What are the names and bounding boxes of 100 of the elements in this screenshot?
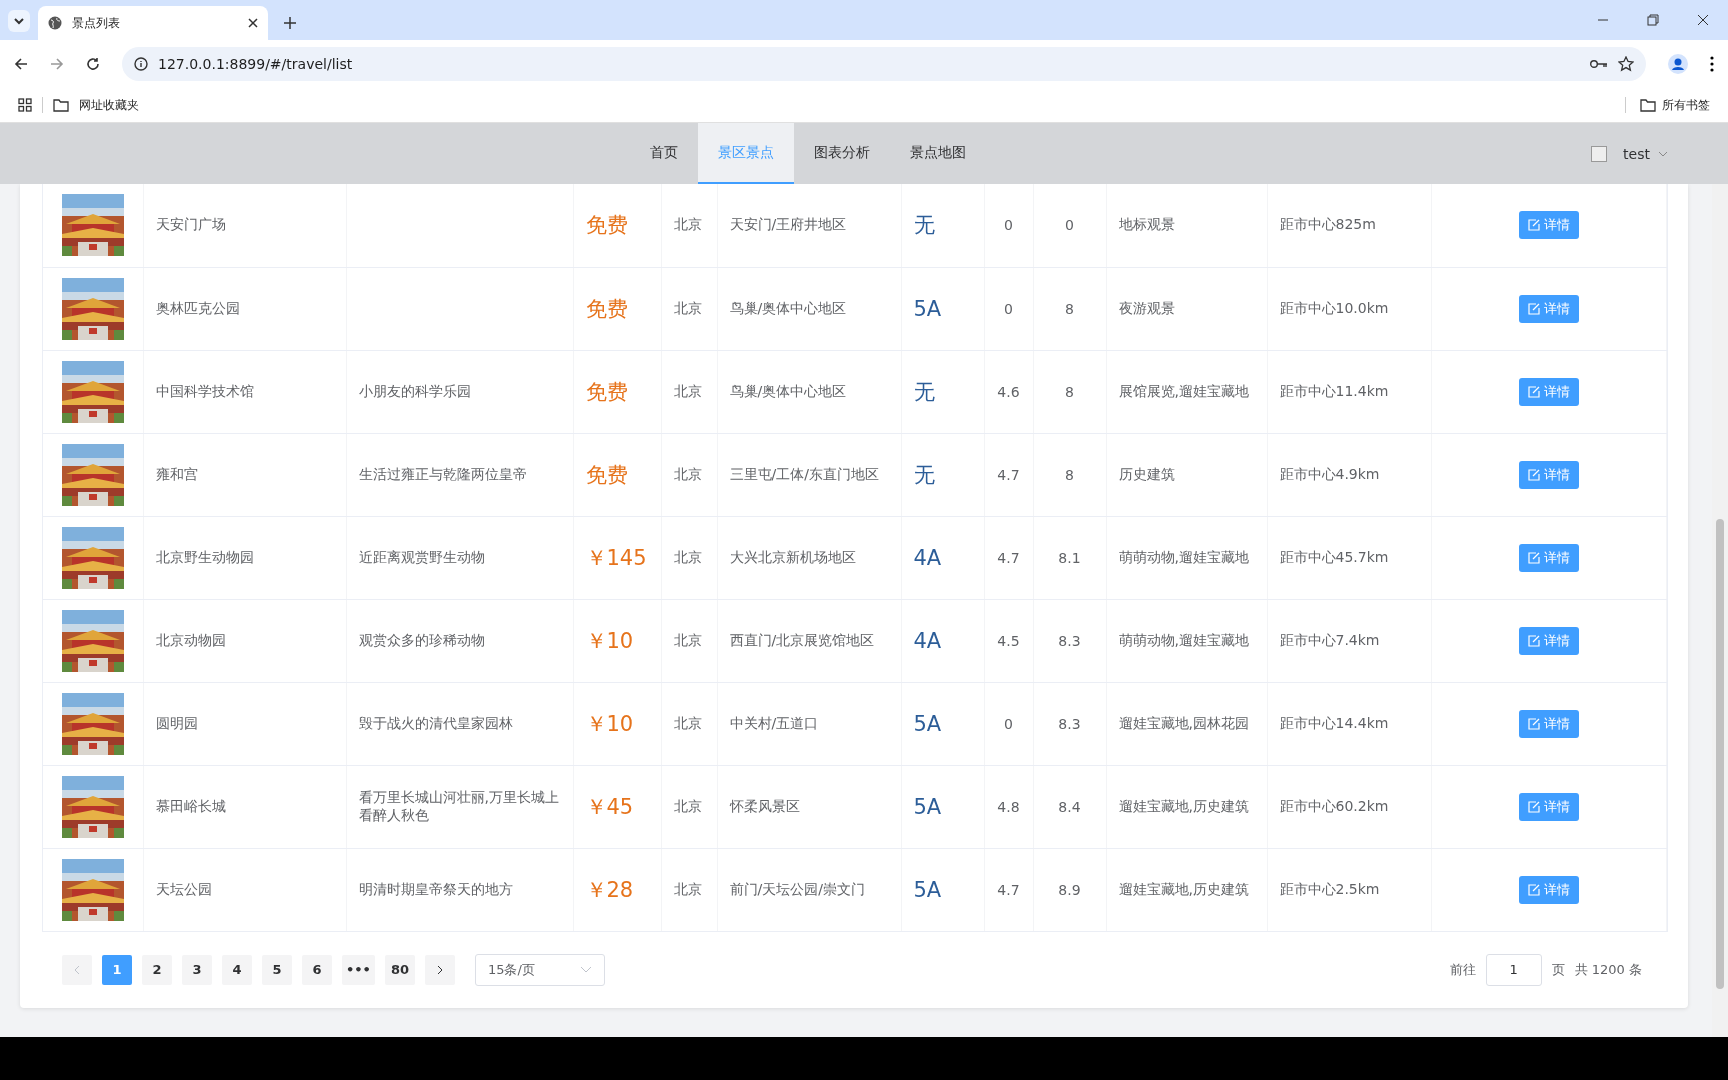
rating-level: 4A (913, 628, 942, 653)
rating-level: 5A (913, 877, 942, 902)
page-button[interactable]: 2 (142, 954, 172, 985)
area-text: 三里屯/工体/东直门地区 (729, 465, 879, 482)
close-icon[interactable] (248, 18, 258, 28)
score-text: 4.8 (997, 798, 1020, 815)
edit-icon (1527, 883, 1540, 896)
nav-tab[interactable]: 图表分析 (794, 123, 890, 184)
score-text: 0 (1004, 715, 1013, 732)
rating-level: 5A (913, 794, 942, 819)
price-text: 免费 (585, 379, 628, 404)
price-text: 免费 (585, 462, 628, 487)
spot-name: 雍和宫 (155, 465, 198, 482)
spot-name: 圆明园 (155, 714, 198, 731)
all-bookmarks[interactable]: 所有书签 (1662, 96, 1710, 114)
tab-list-icon[interactable] (8, 10, 30, 32)
rating-level: 无 (913, 213, 935, 238)
edit-icon (1527, 385, 1540, 398)
distance-text: 距市中心60.2km (1279, 797, 1389, 814)
restore-icon[interactable] (1647, 14, 1659, 26)
edit-icon (1527, 800, 1540, 813)
heat-text: 8 (1065, 383, 1074, 400)
score-text: 4.5 (997, 632, 1020, 649)
nav-tab[interactable]: 景点地图 (890, 123, 986, 184)
score-text: 0 (1004, 217, 1013, 234)
area-text: 鸟巢/奥体中心地区 (729, 299, 847, 316)
page-button[interactable]: ••• (342, 954, 375, 985)
total-count: 共 1200 条 (1574, 960, 1642, 979)
new-tab-icon[interactable] (284, 17, 296, 29)
spot-name: 天坛公园 (155, 880, 212, 897)
area-text: 中关村/五道口 (729, 714, 819, 731)
page-button[interactable]: 6 (302, 954, 332, 985)
apps-icon[interactable] (18, 98, 32, 112)
distance-text: 距市中心2.5km (1279, 880, 1380, 897)
score-text: 4.7 (997, 466, 1020, 483)
distance-text: 距市中心10.0km (1279, 299, 1389, 316)
heat-text: 8.4 (1058, 798, 1081, 815)
tags-text: 遛娃宝藏地,历史建筑 (1118, 797, 1249, 814)
tags-text: 地标观景 (1118, 216, 1175, 233)
price-text: ￥45 (585, 794, 634, 819)
price-text: 免费 (585, 213, 628, 238)
chevron-down-icon (579, 966, 592, 973)
profile-icon[interactable] (1668, 54, 1688, 74)
page-size-select[interactable]: 15条/页 (474, 953, 605, 986)
spot-name: 慕田峪长城 (155, 797, 226, 814)
score-text: 4.7 (997, 881, 1020, 898)
broken-image-icon (1591, 145, 1608, 162)
bookmark-folder[interactable]: 网址收藏夹 (79, 96, 139, 114)
edit-icon (1527, 717, 1540, 730)
distance-text: 距市中心45.7km (1279, 548, 1389, 565)
folder-icon[interactable] (1640, 98, 1656, 112)
spot-description: 毁于战火的清代皇家园林 (358, 714, 513, 731)
edit-icon (1527, 468, 1540, 481)
chevron-left-icon (73, 964, 81, 975)
heat-text: 8 (1065, 300, 1074, 317)
nav-tab[interactable]: 首页 (630, 123, 698, 184)
price-text: 免费 (585, 296, 628, 321)
close-icon[interactable] (1697, 14, 1709, 26)
star-icon[interactable] (1618, 56, 1634, 72)
page-input[interactable]: 1 (1485, 953, 1542, 986)
rating-level: 无 (913, 462, 935, 487)
spot-description: 近距离观赏野生动物 (358, 548, 485, 565)
page-unit-label: 页 (1551, 960, 1565, 979)
user-name[interactable]: test (1623, 145, 1650, 162)
page-button[interactable]: 3 (182, 954, 212, 985)
menu-icon[interactable] (1710, 56, 1714, 72)
score-text: 0 (1004, 300, 1013, 317)
back-icon[interactable] (14, 57, 28, 71)
rating-level: 5A (913, 296, 942, 321)
spot-description: 看万里长城山河壮丽,万里长城上看醉人秋色 (358, 788, 559, 823)
page-button[interactable]: 5 (262, 954, 292, 985)
folder-icon[interactable] (53, 98, 69, 112)
spot-description: 小朋友的科学乐园 (358, 382, 471, 399)
page-button[interactable]: 80 (384, 954, 415, 985)
distance-text: 距市中心825m (1279, 216, 1376, 233)
forward-icon[interactable] (50, 57, 64, 71)
edit-icon (1527, 219, 1540, 232)
globe-icon (48, 16, 62, 30)
page-button[interactable]: 4 (222, 954, 252, 985)
city-text: 北京 (673, 382, 702, 399)
rating-level: 4A (913, 545, 942, 570)
distance-text: 距市中心4.9km (1279, 465, 1380, 482)
reload-icon[interactable] (86, 57, 100, 71)
area-text: 大兴北京新机场地区 (729, 548, 856, 565)
spot-description: 明清时期皇帝祭天的地方 (358, 880, 513, 897)
scrollbar[interactable] (1712, 184, 1728, 1037)
price-text: ￥145 (585, 545, 647, 570)
city-text: 北京 (673, 631, 702, 648)
info-icon[interactable] (134, 57, 148, 71)
area-text: 西直门/北京展览馆地区 (729, 631, 875, 648)
distance-text: 距市中心7.4km (1279, 631, 1380, 648)
goto-label: 前往 (1449, 960, 1476, 979)
chevron-right-icon (435, 964, 444, 975)
area-text: 前门/天坛公园/崇文门 (729, 880, 865, 897)
key-icon[interactable] (1590, 59, 1608, 69)
edit-icon (1527, 302, 1540, 315)
tags-text: 展馆展览,遛娃宝藏地 (1118, 382, 1249, 399)
address-bar[interactable]: 127.0.0.1:8899/#/travel/list (122, 47, 1646, 81)
edit-icon (1527, 551, 1540, 564)
browser-tab[interactable]: 景点列表 (38, 6, 268, 40)
